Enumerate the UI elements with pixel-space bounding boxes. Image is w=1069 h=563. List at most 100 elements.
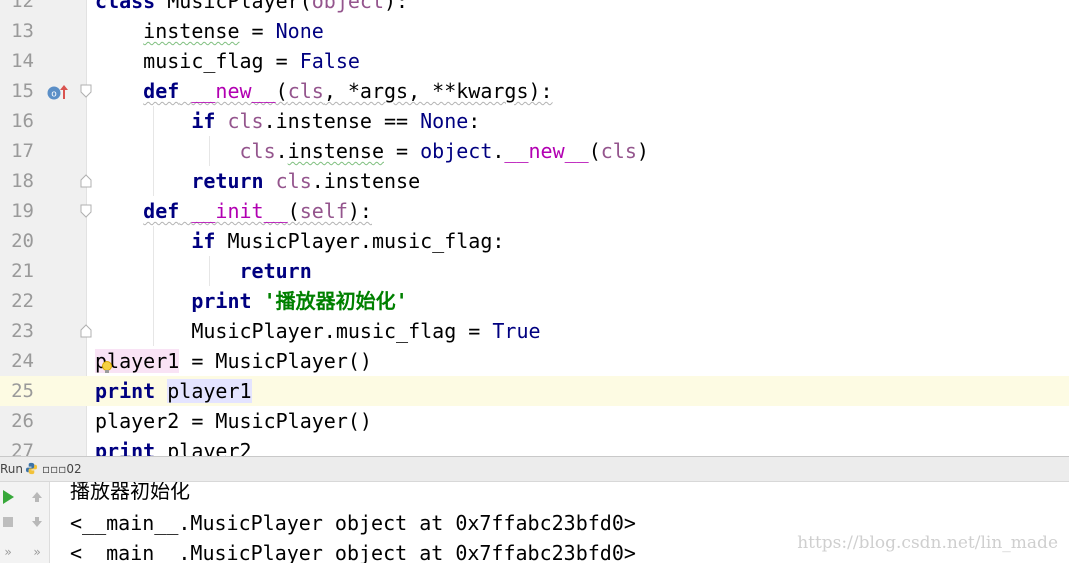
code-text: def __new__(cls, *args, **kwargs): (95, 79, 552, 103)
code-token: = (239, 19, 276, 43)
code-text: if cls.instense == None: (95, 110, 480, 132)
console-line: <__main__.MusicPlayer object at 0x7ffabc… (70, 541, 636, 563)
code-token: None (275, 19, 324, 43)
code-line[interactable]: 14 music_flag = False (0, 46, 1069, 76)
code-line[interactable]: 15 o def __new__(cls, *args, **kwargs): (0, 76, 1069, 106)
code-line[interactable]: 25 print player1 (0, 376, 1069, 406)
code-token: ( (275, 79, 288, 103)
code-token: True (492, 319, 541, 343)
stop-icon[interactable] (0, 514, 16, 530)
code-text: MusicPlayer.music_flag = True (95, 319, 541, 343)
code-line[interactable]: 12 class MusicPlayer(object): (0, 0, 1069, 16)
run-panel-header: Run ▫▫▫02 (0, 456, 1069, 482)
code-line[interactable]: 18 return cls.instense (0, 166, 1069, 196)
watermark: https://blog.csdn.net/lin_made (797, 533, 1058, 553)
code-token: def (143, 79, 180, 103)
line-number: 24 (11, 350, 34, 372)
code-token: cls (600, 139, 637, 163)
code-token: cls (227, 109, 264, 133)
run-config-name[interactable]: ▫▫▫02 (42, 462, 82, 476)
line-number: 21 (11, 260, 34, 282)
code-token: : (468, 109, 481, 133)
python-icon (25, 462, 38, 475)
code-token: MusicPlayer.music_flag: (227, 229, 505, 253)
code-line[interactable]: 26 player2 = MusicPlayer() (0, 406, 1069, 436)
code-token: music_flag = (95, 49, 300, 73)
code-token: = (384, 139, 421, 163)
code-text: def __init__(self): (95, 200, 372, 222)
fold-marker-icon[interactable] (80, 84, 92, 98)
code-token: ( (287, 199, 300, 223)
code-token: class (95, 0, 168, 13)
code-text: print player2 (95, 440, 252, 456)
svg-text:o: o (51, 90, 57, 100)
code-line[interactable]: 22 print '播放器初始化' (0, 286, 1069, 316)
play-icon[interactable] (0, 489, 16, 505)
code-token: .instense (311, 169, 421, 193)
more-icon[interactable]: » (29, 544, 45, 560)
code-line[interactable]: 13 instense = None (0, 16, 1069, 46)
line-number: 23 (11, 320, 34, 342)
code-text: player1 = MusicPlayer() (95, 349, 372, 373)
code-line[interactable]: 19 def __init__(self): (0, 196, 1069, 226)
code-token: if (191, 229, 228, 253)
code-editor[interactable]: 12 class MusicPlayer(object): 13 instense … (0, 0, 1069, 456)
override-method-icon[interactable]: o (46, 83, 70, 101)
code-token: print (191, 289, 264, 313)
code-text: return (95, 260, 312, 282)
fold-marker-icon[interactable] (80, 324, 92, 338)
code-token: self (299, 199, 348, 223)
code-token: def (143, 199, 180, 223)
fold-marker-icon[interactable] (80, 174, 92, 188)
code-text: if MusicPlayer.music_flag: (95, 230, 504, 252)
code-line[interactable]: 27 print player2 (0, 436, 1069, 456)
run-tab-label[interactable]: Run (0, 462, 23, 476)
line-number: 22 (11, 290, 34, 312)
line-number: 20 (11, 230, 34, 252)
code-token: player2 (167, 439, 252, 456)
code-text: return cls.instense (95, 170, 420, 192)
code-token: ): (347, 199, 372, 223)
code-line[interactable]: 21 return (0, 256, 1069, 286)
code-token: . (275, 139, 288, 163)
code-line[interactable]: 20 if MusicPlayer.music_flag: (0, 226, 1069, 256)
down-arrow-icon[interactable] (29, 514, 45, 530)
code-token: cls (287, 79, 324, 103)
code-token: object (311, 0, 384, 13)
code-token: __new__ (504, 139, 589, 163)
code-token: object (420, 139, 493, 163)
line-number: 26 (11, 410, 34, 432)
code-token: instense (143, 19, 240, 43)
code-line[interactable]: 16 if cls.instense == None: (0, 106, 1069, 136)
code-token: __new__ (191, 79, 276, 103)
code-token: = MusicPlayer() (179, 349, 372, 373)
run-console-output[interactable]: 播放器初始化 <__main__.MusicPlayer object at 0… (51, 482, 1069, 563)
code-token: ): (384, 0, 409, 13)
code-token: MusicPlayer( (167, 0, 312, 13)
more-icon[interactable]: » (0, 544, 16, 560)
up-arrow-icon[interactable] (29, 489, 45, 505)
code-text: print player1 (95, 379, 252, 403)
console-line: 播放器初始化 (70, 482, 190, 503)
fold-marker-icon[interactable] (80, 204, 92, 218)
line-number: 27 (11, 440, 34, 456)
code-token: .instense == (263, 109, 421, 133)
code-line[interactable]: 17 cls.instense = object.__new__(cls) (0, 136, 1069, 166)
code-token: False (299, 49, 360, 73)
console-line: <__main__.MusicPlayer object at 0x7ffabc… (70, 511, 636, 535)
code-text: cls.instense = object.__new__(cls) (95, 140, 649, 162)
code-line[interactable]: 24 player1 = MusicPlayer() (0, 346, 1069, 376)
line-number: 18 (11, 170, 34, 192)
run-toolbar: » » (0, 482, 50, 563)
code-line[interactable]: 23 MusicPlayer.music_flag = True (0, 316, 1069, 346)
lightbulb-icon[interactable] (100, 360, 114, 376)
line-number: 19 (11, 200, 34, 222)
